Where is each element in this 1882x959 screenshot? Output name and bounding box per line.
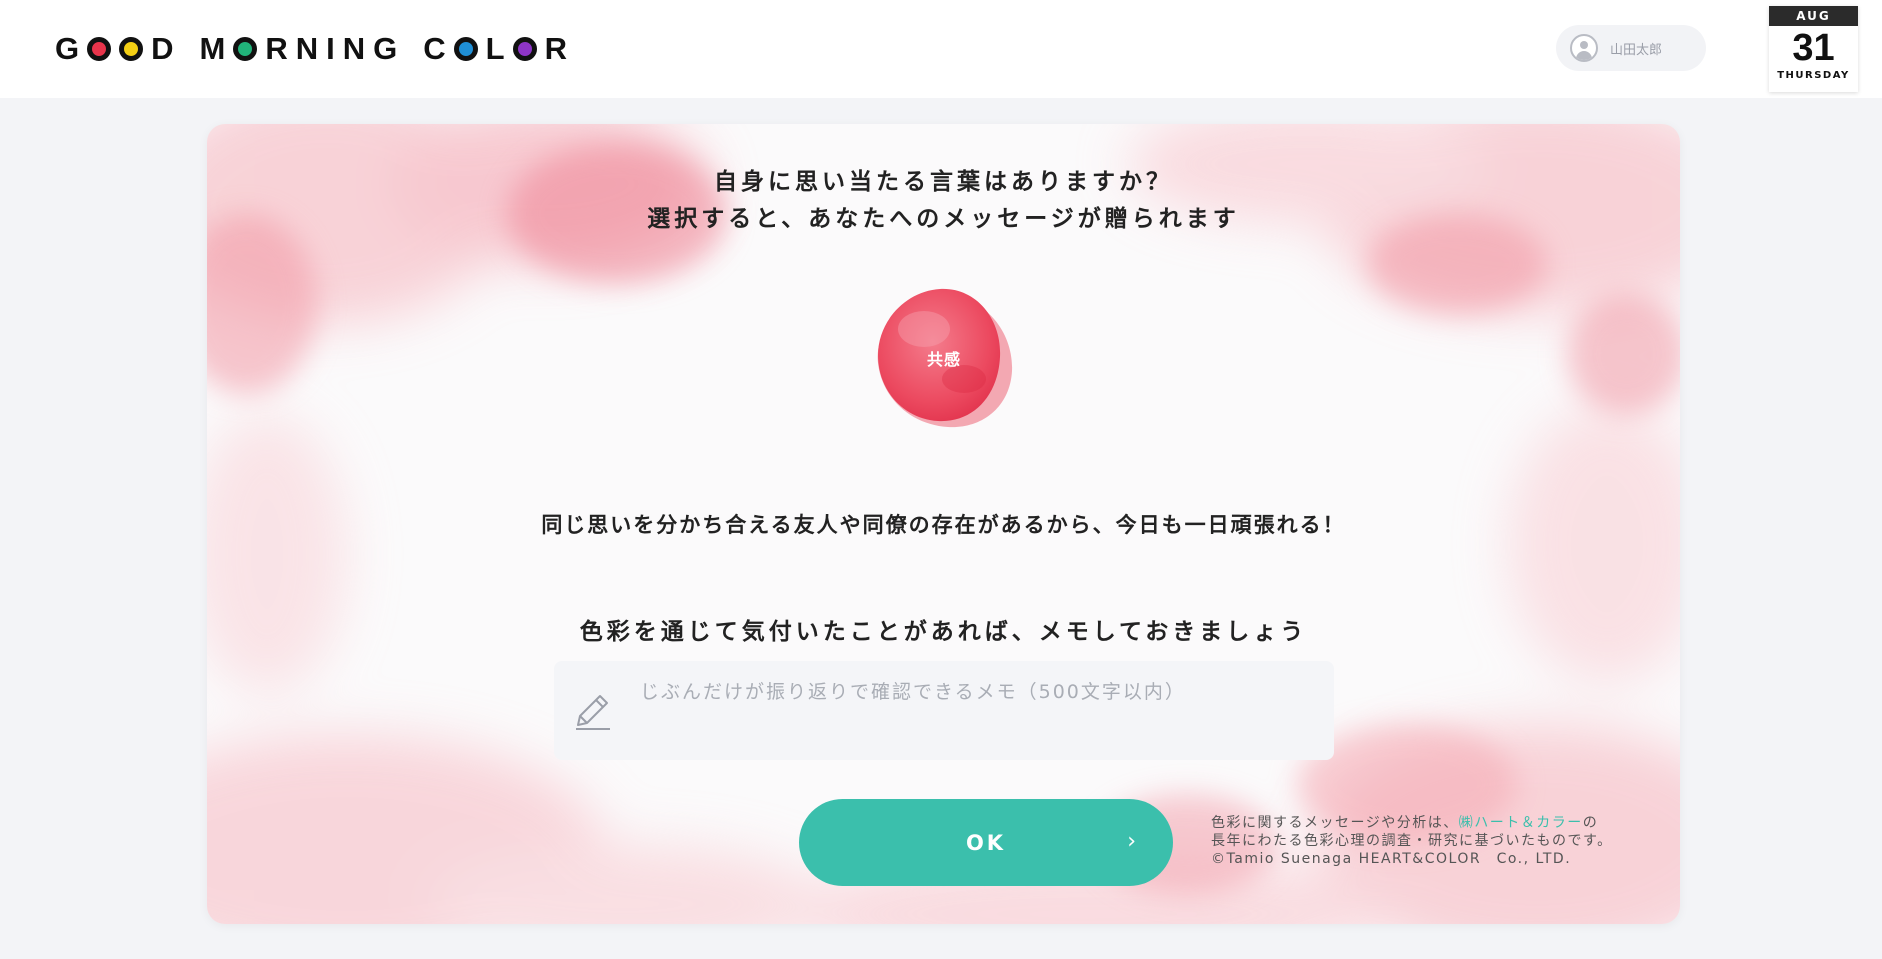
logo-dot-red (87, 37, 112, 61)
user-avatar-icon (1570, 34, 1598, 62)
logo-word-color: CLR (423, 31, 575, 66)
app-header: GD M RNING CLR 山田太郎 AUG 31 THURSDAY (0, 0, 1882, 98)
logo-dot-green (233, 37, 258, 61)
credits-line1-suffix: の (1582, 815, 1599, 831)
chevron-right-icon: › (1127, 829, 1139, 854)
logo-dot-yellow (119, 37, 144, 61)
message-card: 自身に思い当たる言葉はありますか？ 選択すると、あなたへのメッセージが贈られます… (207, 124, 1680, 924)
user-name: 山田太郎 (1610, 42, 1663, 58)
calendar-weekday: THURSDAY (1777, 70, 1850, 81)
credits-copyright: ©Tamio Suenaga HEART&COLOR Co., LTD. (1211, 851, 1572, 867)
ok-button[interactable]: OK › (799, 799, 1173, 886)
credits-line1-prefix: 色彩に関するメッセージや分析は、 (1211, 815, 1459, 831)
logo-dot-blue (453, 37, 478, 61)
memo-title: 色彩を通じて気付いたことがあれば、メモしておきましょう (579, 619, 1308, 645)
logo-dot-purple (512, 37, 537, 61)
logo-word-good: GD (55, 31, 182, 66)
calendar-day: 31 (1792, 27, 1835, 69)
memo-input[interactable] (640, 677, 1320, 747)
calendar-month: AUG (1769, 6, 1858, 26)
ok-button-label: OK (965, 830, 1007, 855)
question-line-1: 自身に思い当たる言葉はありますか？ (714, 169, 1173, 195)
credits-line2: 長年にわたる色彩心理の調査・研究に基づいたものです。 (1211, 833, 1613, 849)
selected-word-label: 共感 (926, 350, 961, 369)
logo-word-morning: M RNING (199, 31, 406, 66)
logo[interactable]: GD M RNING CLR (55, 31, 575, 66)
credits-text: 色彩に関するメッセージや分析は、㈱ハート＆カラーの 長年にわたる色彩心理の調査・… (1211, 814, 1651, 868)
question-line-2: 選択すると、あなたへのメッセージが贈られます (647, 206, 1240, 232)
result-message: 同じ思いを分かち合える友人や同僚の存在があるから、今日も一日頑張れる！ (541, 513, 1346, 537)
heart-color-link[interactable]: ㈱ハート＆カラー (1459, 815, 1583, 831)
user-menu-button[interactable]: 山田太郎 (1556, 25, 1706, 71)
date-calendar: AUG 31 THURSDAY (1769, 6, 1858, 92)
pencil-icon (576, 695, 610, 730)
question-heading: 自身に思い当たる言葉はありますか？ 選択すると、あなたへのメッセージが贈られます (207, 164, 1680, 238)
memo-field-container (554, 661, 1334, 760)
